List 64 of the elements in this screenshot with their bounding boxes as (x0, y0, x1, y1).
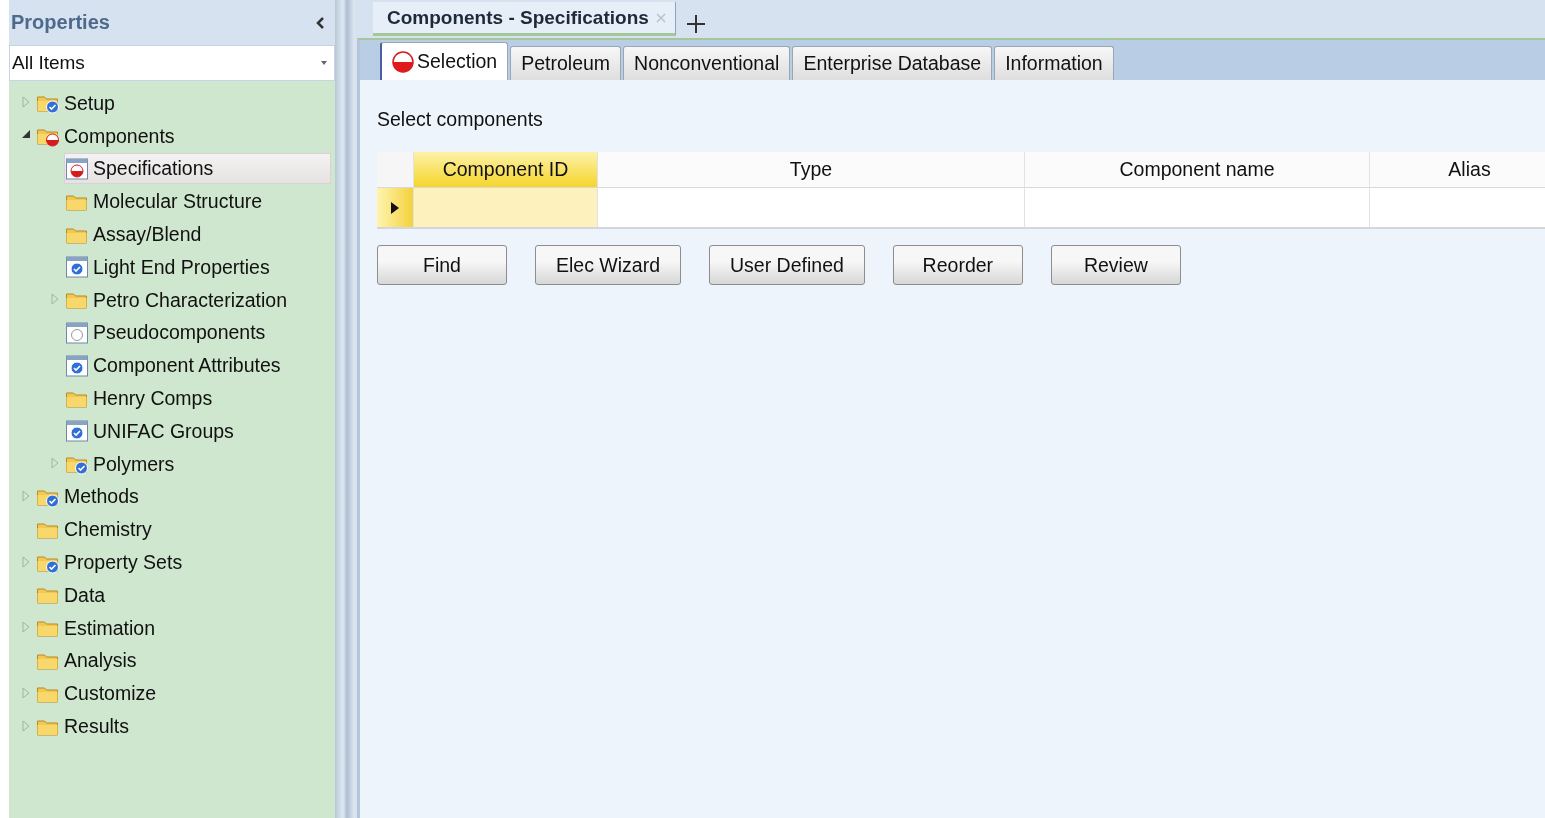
tab[interactable]: Petroleum (510, 46, 622, 80)
tree-item[interactable]: Pseudocomponents (64, 317, 271, 349)
collapsed-arrow-icon[interactable] (51, 457, 59, 470)
tree-item[interactable]: Setup (35, 87, 120, 119)
tab[interactable]: Selection (380, 42, 509, 80)
tree-item[interactable]: Estimation (35, 612, 161, 644)
collapsed-arrow-icon[interactable] (22, 555, 30, 568)
close-icon[interactable] (654, 11, 667, 24)
tree-item[interactable]: Property Sets (35, 547, 188, 579)
panel-title: Properties (11, 11, 110, 34)
action-button[interactable]: Elec Wizard (535, 245, 682, 285)
tree-item[interactable]: Component Attributes (64, 350, 286, 382)
tree-item[interactable]: Analysis (35, 645, 142, 677)
tree-item[interactable]: Specifications (64, 153, 331, 185)
row-header[interactable] (377, 188, 414, 227)
tree-item[interactable]: Methods (35, 481, 144, 513)
filter-dropdown[interactable]: All Items (9, 45, 335, 81)
current-row-arrow-icon (390, 200, 400, 215)
section-label: Select components (377, 108, 544, 131)
tab[interactable]: Nonconventional (623, 46, 791, 80)
column-header[interactable]: Alias (1370, 152, 1545, 188)
table-cell[interactable] (598, 188, 1025, 227)
form-check-icon (65, 354, 89, 377)
table-cell[interactable] (1370, 188, 1545, 227)
error-status-icon (392, 50, 414, 73)
tree-item[interactable]: Customize (35, 678, 162, 710)
tree-item[interactable]: Assay/Blend (64, 219, 207, 251)
dropdown-caret-icon (320, 60, 328, 66)
tree-item[interactable]: Components (35, 120, 180, 152)
column-header[interactable]: Component ID (414, 152, 598, 188)
action-button[interactable]: User Defined (709, 245, 865, 285)
collapsed-arrow-icon[interactable] (22, 686, 30, 699)
action-button[interactable]: Reorder (892, 245, 1023, 285)
tree-item[interactable]: Chemistry (35, 514, 157, 546)
form-error-icon (65, 158, 89, 180)
collapsed-arrow-icon[interactable] (22, 621, 30, 634)
tree-item[interactable]: Petro Characterization (64, 284, 292, 316)
document-tab[interactable]: Components - Specifications (373, 2, 676, 36)
collapsed-arrow-icon[interactable] (22, 719, 30, 732)
collapsed-arrow-icon[interactable] (51, 293, 59, 306)
tree-item[interactable]: Light End Properties (64, 251, 275, 283)
expanded-arrow-icon[interactable] (21, 129, 31, 140)
collapsed-arrow-icon[interactable] (22, 489, 30, 502)
tab[interactable]: Enterprise Database (792, 46, 993, 80)
tree-item[interactable]: UNIFAC Groups (64, 415, 239, 447)
column-header[interactable]: Component name (1025, 152, 1370, 188)
tree-item[interactable]: Henry Comps (64, 383, 218, 415)
table-cell[interactable] (1025, 188, 1370, 227)
tree-item[interactable]: Results (35, 711, 135, 743)
collapse-chevron-icon[interactable] (315, 15, 325, 30)
column-header[interactable]: Type (598, 152, 1025, 188)
form-check-icon (65, 420, 89, 443)
tab[interactable]: Information (994, 46, 1114, 80)
form-icon (65, 321, 89, 344)
form-check-icon (65, 256, 89, 279)
grid-corner (377, 152, 414, 188)
tree-item[interactable]: Data (35, 579, 111, 611)
tree-item[interactable]: Molecular Structure (64, 186, 268, 218)
action-button[interactable]: Review (1050, 245, 1181, 285)
table-cell[interactable] (414, 188, 598, 227)
action-button[interactable]: Find (377, 245, 507, 285)
panel-splitter[interactable] (335, 0, 355, 818)
collapsed-arrow-icon[interactable] (22, 96, 30, 109)
tree-item[interactable]: Polymers (64, 448, 180, 480)
